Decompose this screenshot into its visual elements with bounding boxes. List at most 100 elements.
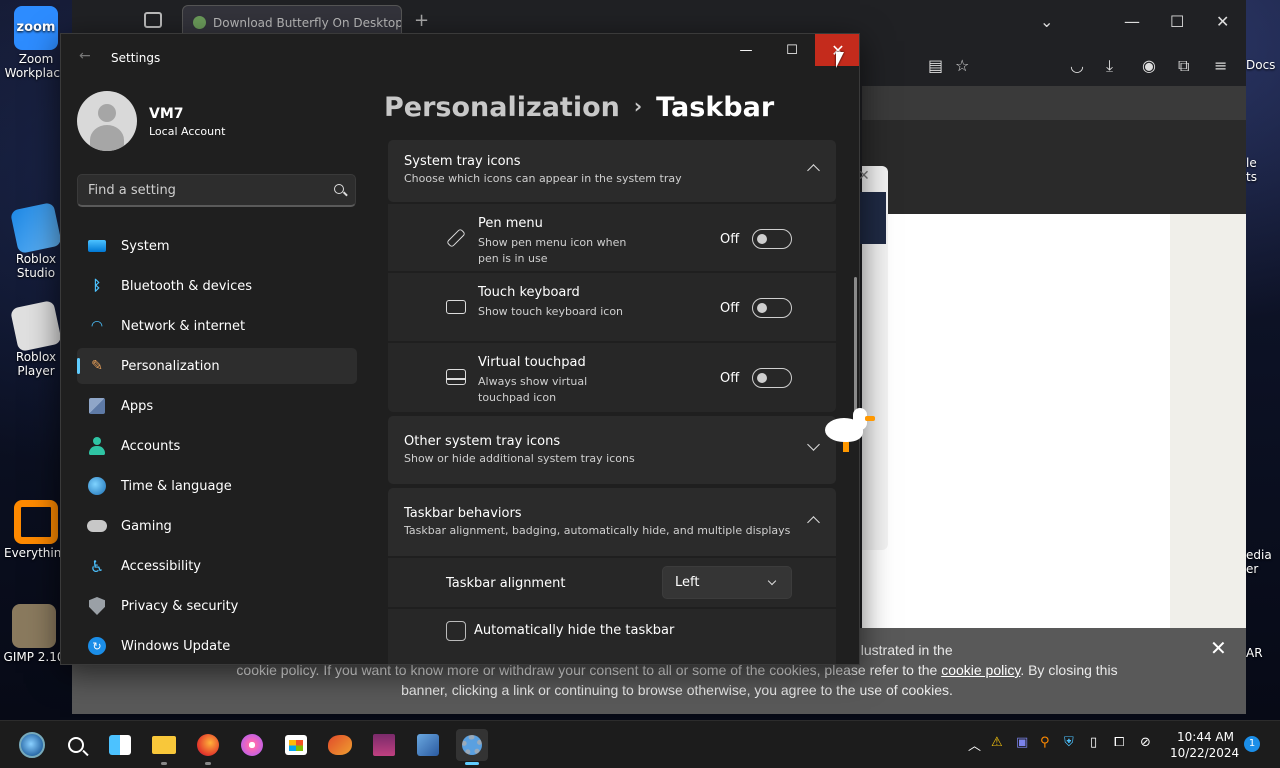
roblox-player-icon bbox=[9, 299, 63, 353]
sidebar-item-network[interactable]: ◠ Network & internet bbox=[77, 308, 357, 344]
sidebar-item-accessibility[interactable]: ♿ Accessibility bbox=[77, 548, 357, 584]
card-subtitle: Choose which icons can appear in the sys… bbox=[404, 172, 682, 185]
sidebar-item-label: Bluetooth & devices bbox=[121, 278, 252, 294]
account-icon bbox=[87, 436, 107, 456]
display-icon[interactable]: ⧠ bbox=[1114, 735, 1124, 750]
taskbar-settings[interactable] bbox=[456, 729, 488, 765]
title-bar[interactable]: ← Settings — ☐ ✕ bbox=[61, 34, 859, 82]
sidebar-item-label: Privacy & security bbox=[121, 598, 239, 614]
card-header[interactable]: Taskbar behaviors Taskbar alignment, bad… bbox=[388, 488, 836, 550]
taskbar-music[interactable] bbox=[236, 729, 268, 761]
system-tray-icons-card[interactable]: System tray icons Choose which icons can… bbox=[388, 140, 836, 202]
touchpad-icon bbox=[446, 367, 468, 389]
bookmark-star-icon[interactable]: ☆ bbox=[955, 56, 969, 75]
clock[interactable]: 10:44 AM 10/22/2024 bbox=[1170, 729, 1239, 761]
taskbar-behaviors-card[interactable]: Taskbar behaviors Taskbar alignment, bad… bbox=[388, 488, 836, 556]
taskbar-control-panel[interactable] bbox=[412, 729, 444, 761]
extensions-icon[interactable]: ⧉ bbox=[1178, 56, 1189, 76]
search-icon bbox=[68, 737, 84, 753]
settings-content: System tray icons Choose which icons can… bbox=[388, 140, 836, 664]
search-box[interactable] bbox=[77, 174, 356, 207]
network-icon[interactable]: ⊘ bbox=[1140, 735, 1151, 750]
desktop-icon-gimp[interactable]: GIMP 2.10 bbox=[2, 604, 66, 664]
maximize-button[interactable]: ☐ bbox=[769, 34, 815, 66]
tab-overview-icon[interactable] bbox=[144, 12, 162, 28]
folder-icon bbox=[152, 736, 176, 754]
setting-row-pen-menu: Pen menu Show pen menu icon when pen is … bbox=[388, 203, 836, 271]
new-tab-icon[interactable]: + bbox=[414, 10, 429, 31]
download-icon[interactable]: ⤓ bbox=[1106, 56, 1113, 76]
scrollbar-thumb[interactable] bbox=[854, 277, 857, 427]
minimize-button[interactable]: — bbox=[723, 34, 769, 66]
security-shield-icon[interactable]: ⛨ bbox=[1064, 735, 1074, 750]
cookie-close-icon[interactable]: ✕ bbox=[1210, 636, 1227, 660]
minimize-icon[interactable]: — bbox=[1124, 12, 1140, 31]
chevron-up-icon[interactable]: ︿ bbox=[968, 735, 981, 754]
sidebar-item-bluetooth[interactable]: ᛒ Bluetooth & devices bbox=[77, 268, 357, 304]
keyboard-icon-shape bbox=[446, 300, 466, 314]
account-icon[interactable]: ◉ bbox=[1142, 56, 1156, 75]
reader-icon[interactable]: ▤ bbox=[928, 56, 943, 75]
checkbox-label[interactable]: Automatically hide the taskbar bbox=[474, 623, 674, 638]
breadcrumb-separator-icon: › bbox=[633, 94, 643, 118]
desktop-icon-fragment[interactable]: edia er bbox=[1246, 548, 1280, 576]
wifi-icon: ◠ bbox=[90, 318, 104, 334]
sidebar-item-time-language[interactable]: Time & language bbox=[77, 468, 357, 504]
desktop-icon-everything[interactable]: Everything bbox=[4, 500, 69, 560]
maximize-icon[interactable]: ☐ bbox=[1170, 12, 1184, 31]
taskbar-file-explorer[interactable] bbox=[148, 729, 180, 765]
taskbar-widgets-button[interactable] bbox=[104, 729, 136, 761]
taskbar-store[interactable] bbox=[280, 729, 312, 761]
desktop-icon-fragment[interactable]: Docs bbox=[1246, 58, 1280, 72]
autohide-checkbox[interactable] bbox=[446, 621, 466, 641]
taskbar: ︿ ⚠ ▣ ⚲ ⛨ ▯ ⧠ ⊘ 10:44 AM 10/22/2024 1 bbox=[0, 720, 1280, 768]
globe-clock-icon bbox=[87, 476, 107, 496]
taskbar-scratch[interactable] bbox=[324, 729, 356, 761]
virtual-touchpad-toggle[interactable] bbox=[752, 368, 792, 388]
sidebar-item-personalization[interactable]: ✎ Personalization bbox=[77, 348, 357, 384]
cookie-policy-link[interactable]: cookie policy bbox=[941, 662, 1020, 678]
notification-badge[interactable]: 1 bbox=[1244, 736, 1260, 752]
keyboard-icon bbox=[446, 297, 468, 319]
search-tool-icon[interactable]: ⚲ bbox=[1040, 735, 1050, 750]
desktop-icon-fragment[interactable]: AR bbox=[1246, 646, 1280, 660]
everything-icon bbox=[14, 500, 58, 544]
avatar[interactable] bbox=[77, 91, 137, 151]
sidebar-item-apps[interactable]: Apps bbox=[77, 388, 357, 424]
settings-window: ← Settings — ☐ ✕ VM7 Local Account Syste… bbox=[60, 33, 860, 665]
cookie-line: banner, clicking a link or continuing to… bbox=[401, 682, 953, 698]
sidebar-item-accounts[interactable]: Accounts bbox=[77, 428, 357, 464]
menu-icon[interactable]: ≡ bbox=[1214, 56, 1227, 75]
desktop-icon-fragment[interactable]: le ts bbox=[1246, 156, 1280, 184]
card-header[interactable]: System tray icons Choose which icons can… bbox=[388, 140, 836, 202]
usb-icon[interactable]: ▯ bbox=[1090, 735, 1097, 750]
update-icon-shape: ↻ bbox=[88, 637, 106, 655]
desktop-icon-roblox-studio[interactable]: Roblox Studio bbox=[4, 201, 68, 280]
card-subtitle: Show or hide additional system tray icon… bbox=[404, 452, 635, 465]
taskbar-firefox[interactable] bbox=[192, 729, 224, 765]
taskbar-winrar[interactable] bbox=[368, 729, 400, 761]
start-button[interactable] bbox=[16, 729, 48, 761]
sidebar-item-privacy[interactable]: Privacy & security bbox=[77, 588, 357, 624]
desktop-icon-zoom[interactable]: zoom Zoom Workplace bbox=[4, 6, 68, 80]
card-title: System tray icons bbox=[404, 154, 521, 169]
desktop-icon-roblox-player[interactable]: Roblox Player bbox=[4, 299, 68, 378]
chevron-down-icon[interactable]: ⌄ bbox=[1040, 12, 1053, 31]
search-icon[interactable] bbox=[334, 184, 344, 194]
close-icon[interactable]: ✕ bbox=[1216, 12, 1229, 31]
warning-icon[interactable]: ⚠ bbox=[991, 735, 1003, 750]
other-system-tray-icons-card[interactable]: Other system tray icons Show or hide add… bbox=[388, 416, 836, 484]
sidebar-item-system[interactable]: System bbox=[77, 228, 357, 264]
teams-icon[interactable]: ▣ bbox=[1016, 735, 1028, 750]
search-input[interactable] bbox=[78, 175, 355, 205]
back-arrow-icon[interactable]: ← bbox=[79, 48, 91, 64]
taskbar-search-button[interactable] bbox=[60, 729, 92, 761]
touch-keyboard-toggle[interactable] bbox=[752, 298, 792, 318]
sidebar-item-windows-update[interactable]: ↻ Windows Update bbox=[77, 628, 357, 664]
pen-menu-toggle[interactable] bbox=[752, 229, 792, 249]
breadcrumb-parent[interactable]: Personalization bbox=[384, 92, 620, 123]
sidebar-item-gaming[interactable]: Gaming bbox=[77, 508, 357, 544]
taskbar-alignment-dropdown[interactable]: Left bbox=[662, 566, 792, 599]
pocket-icon[interactable]: ◡ bbox=[1070, 56, 1084, 75]
card-header[interactable]: Other system tray icons Show or hide add… bbox=[388, 416, 836, 478]
